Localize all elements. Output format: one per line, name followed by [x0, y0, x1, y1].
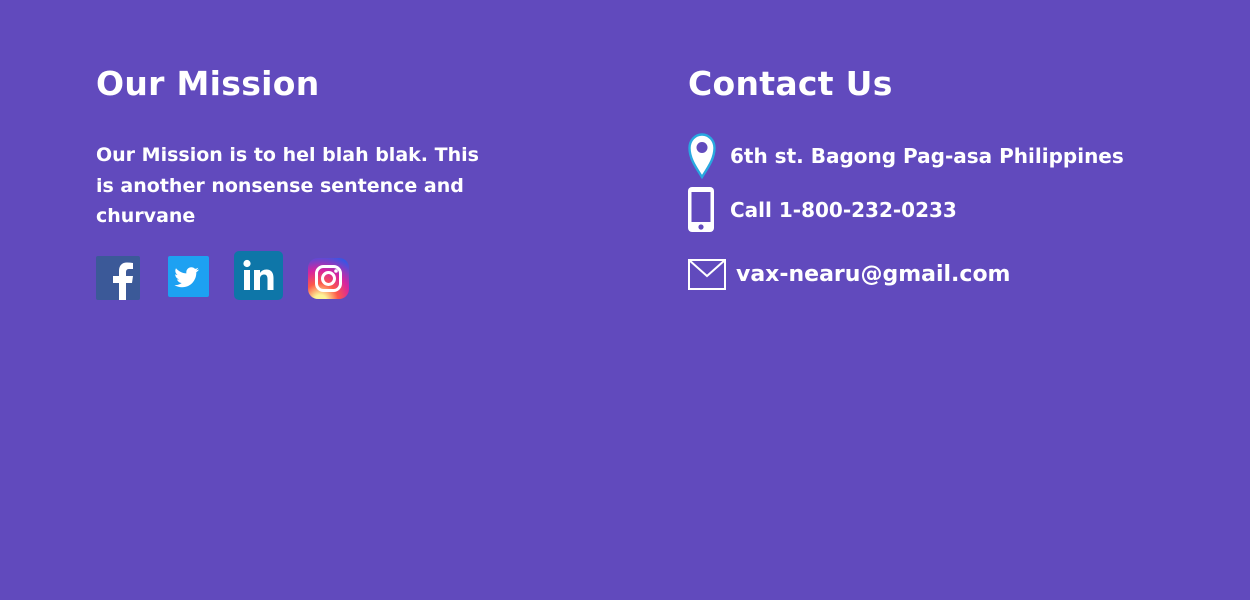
contact-email[interactable]: vax-nearu@gmail.com [736, 262, 1010, 287]
envelope-icon [688, 258, 726, 290]
contact-phone[interactable]: Call 1-800-232-0233 [730, 198, 957, 222]
location-pin-icon [688, 133, 716, 180]
contact-address: 6th st. Bagong Pag-asa Philippines [730, 144, 1124, 168]
facebook-icon[interactable] [96, 256, 140, 300]
contact-email-row: vax-nearu@gmail.com [688, 258, 1010, 290]
instagram-icon[interactable] [308, 258, 349, 299]
contact-address-row: 6th st. Bagong Pag-asa Philippines [688, 133, 1124, 180]
mission-text: Our Mission is to hel blah blak. This is… [96, 144, 479, 227]
contact-phone-row: Call 1-800-232-0233 [688, 187, 957, 232]
twitter-icon[interactable] [168, 256, 209, 297]
linkedin-icon[interactable] [234, 251, 283, 300]
mobile-phone-icon [688, 187, 714, 232]
mission-heading: Our Mission [96, 64, 320, 103]
contact-heading: Contact Us [688, 64, 893, 103]
